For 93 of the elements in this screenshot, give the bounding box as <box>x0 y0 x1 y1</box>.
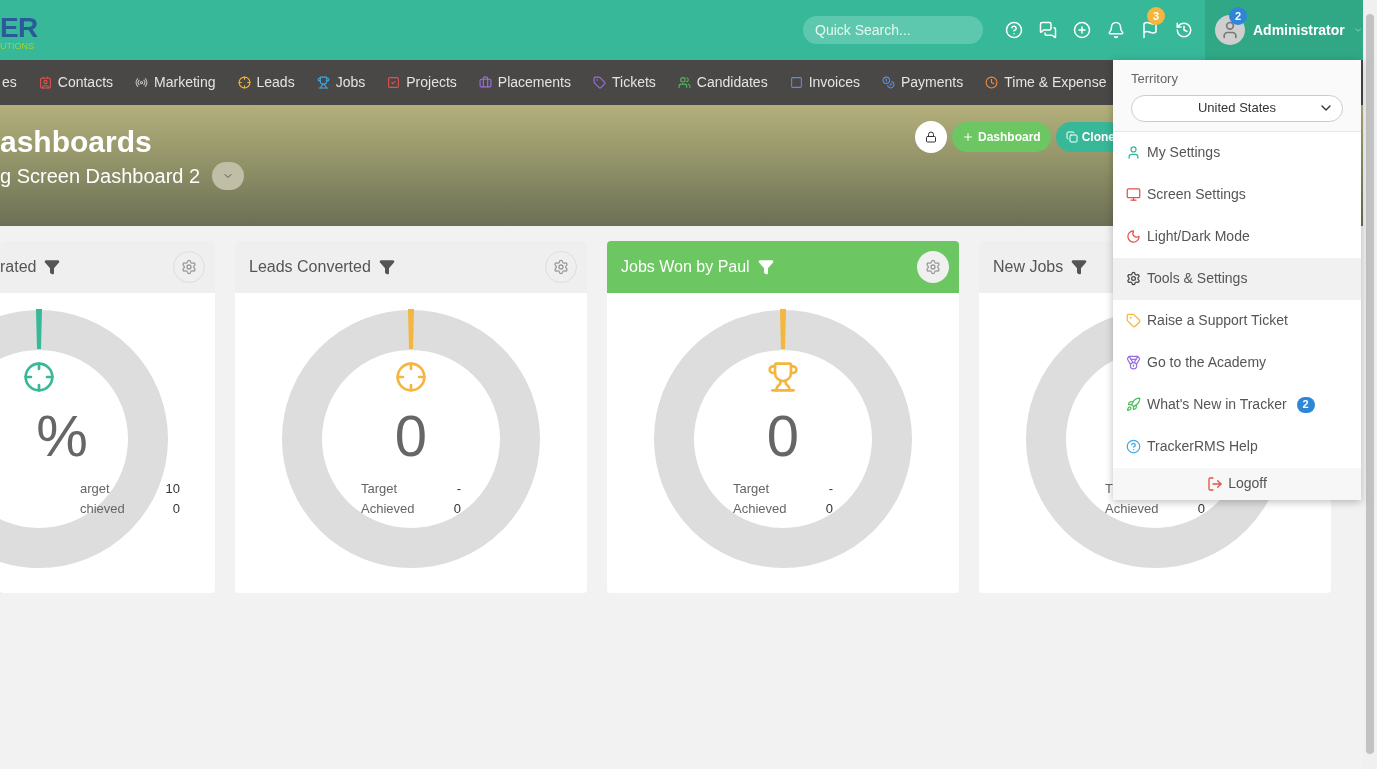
lock-icon <box>924 131 937 143</box>
filter-icon[interactable] <box>1071 259 1088 275</box>
crosshair-icon <box>237 76 251 89</box>
help-icon[interactable] <box>1005 21 1023 39</box>
user-icon <box>1126 145 1141 160</box>
nav-link[interactable]: Payments <box>882 72 964 93</box>
stat-value: 0 <box>825 500 833 518</box>
nav-link[interactable]: Placements <box>478 72 571 93</box>
card-title: New Jobs <box>993 257 1064 277</box>
settings-icon <box>1126 271 1141 286</box>
stat-label: Achieved <box>733 500 787 518</box>
user-menu[interactable]: 2 Administrator <box>1205 0 1363 60</box>
stat-value: 0 <box>172 500 180 518</box>
nav-link[interactable]: Jobs <box>316 72 366 93</box>
territory-select[interactable]: United States <box>1131 94 1343 122</box>
stat-value: - <box>828 480 833 498</box>
notification-badge: 3 <box>1147 7 1165 25</box>
gauge-value: 0 <box>766 402 800 470</box>
menu-item[interactable]: Tools & Settings <box>1113 257 1361 300</box>
page-title: ashboards <box>0 125 153 159</box>
tag-icon <box>593 76 606 89</box>
crosshair-icon <box>23 361 55 393</box>
menu-item[interactable]: Screen Settings <box>1113 173 1361 216</box>
plus-circle-icon[interactable] <box>1073 21 1091 39</box>
card-title: Leads Converted <box>249 257 371 277</box>
gear-icon <box>925 259 941 275</box>
nav-link[interactable]: Candidates <box>677 72 768 93</box>
gauge-value: 0 <box>394 402 428 470</box>
trophy-icon <box>767 361 799 393</box>
monitor-icon <box>1126 187 1141 202</box>
card-title: rated <box>0 257 37 277</box>
tag-icon <box>1126 313 1141 328</box>
bell-icon[interactable] <box>1107 21 1125 39</box>
briefcase-icon <box>478 76 492 89</box>
menu-item[interactable]: Light/Dark Mode <box>1113 215 1361 258</box>
stat-label: Achieved <box>1105 500 1159 518</box>
gauge-value: % <box>36 402 88 470</box>
contact-card-icon <box>38 76 52 89</box>
menu-item[interactable]: TrackerRMS Help <box>1113 425 1361 468</box>
nav-link[interactable]: Tickets <box>593 72 656 93</box>
card-title: Jobs Won by Paul <box>621 257 750 277</box>
count-badge: 2 <box>1296 396 1315 413</box>
menu-item[interactable]: Raise a Support Ticket <box>1113 299 1361 342</box>
plus-icon <box>961 131 974 143</box>
stat-label: chieved <box>80 500 125 518</box>
user-name: Administrator <box>1253 20 1345 40</box>
stat-value: 0 <box>453 500 461 518</box>
quick-search-field[interactable]: Quick Search... <box>803 16 983 44</box>
settings-button[interactable] <box>917 251 949 283</box>
gear-icon <box>181 259 197 275</box>
crosshair-icon <box>395 361 427 393</box>
stat-label: Target <box>733 480 770 498</box>
gear-icon <box>553 259 569 275</box>
territory-label: Territory <box>1131 70 1179 88</box>
flag-icon[interactable] <box>1141 21 1159 39</box>
help-icon <box>1126 439 1141 454</box>
notification-badge: 2 <box>1229 7 1247 25</box>
chat-icon[interactable] <box>1039 21 1057 39</box>
stat-label: Target <box>361 480 398 498</box>
nav-link[interactable]: Marketing <box>135 72 216 93</box>
stat-value: - <box>456 480 461 498</box>
clock-icon <box>985 76 999 89</box>
filter-icon[interactable] <box>378 259 395 275</box>
menu-item[interactable]: Go to the Academy <box>1113 341 1361 384</box>
stat-value: 10 <box>165 480 180 498</box>
moon-icon <box>1126 229 1141 244</box>
filter-icon[interactable] <box>44 259 61 275</box>
logout-icon <box>1207 475 1224 492</box>
medal-icon <box>1126 355 1141 370</box>
dashboard-name: g Screen Dashboard 2 <box>0 164 201 189</box>
square-icon <box>789 76 803 89</box>
coins-icon <box>882 76 895 89</box>
checkbox-icon <box>387 76 401 89</box>
users-icon <box>677 76 691 89</box>
nav-link[interactable]: Time & Expense <box>985 72 1107 93</box>
nav-link[interactable]: es <box>2 72 17 93</box>
stat-label: T <box>1105 480 1113 498</box>
stat-value: 0 <box>1197 500 1205 518</box>
nav-link[interactable]: Invoices <box>789 72 860 93</box>
menu-item[interactable]: What's New in Tracker 2 <box>1113 383 1361 426</box>
nav-link[interactable]: Leads <box>237 72 295 93</box>
lock-button[interactable] <box>914 121 947 153</box>
stat-label: Achieved <box>361 500 415 518</box>
rocket-icon <box>1126 397 1141 412</box>
nav-link[interactable]: Projects <box>387 72 457 93</box>
history-icon[interactable] <box>1175 21 1193 39</box>
stat-label: arget <box>80 480 110 498</box>
antenna-icon <box>135 76 149 89</box>
dashboard-dropdown[interactable] <box>212 162 245 190</box>
nav-link[interactable]: Contacts <box>38 72 114 93</box>
copy-icon <box>1065 131 1078 143</box>
logoff-button[interactable]: Logoff <box>1113 467 1361 500</box>
trophy-icon <box>316 76 330 89</box>
